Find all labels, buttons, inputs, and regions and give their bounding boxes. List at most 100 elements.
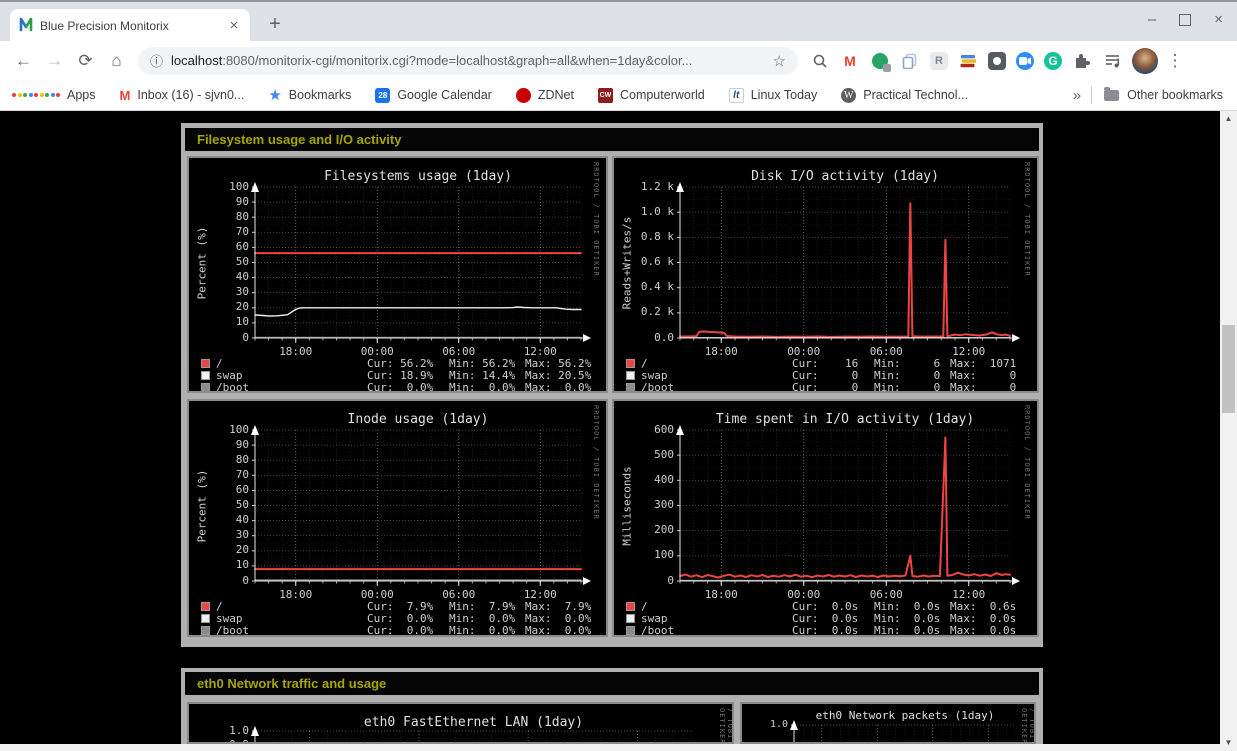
- page-info-icon[interactable]: ⓘ: [150, 51, 163, 70]
- chart-title: Time spent in I/O activity (1day): [695, 413, 995, 428]
- bookmark-apps[interactable]: Apps: [12, 88, 96, 102]
- copy-pages-extension-icon[interactable]: [900, 51, 920, 71]
- search-extension-icon[interactable]: [810, 51, 830, 71]
- bookmark-computerworld[interactable]: CW Computerworld: [598, 88, 705, 103]
- legend-name: /boot: [216, 382, 249, 393]
- y-tick-label: 20: [203, 544, 249, 557]
- y-tick-label: 90: [203, 196, 249, 209]
- bookmarks-overflow-chevron[interactable]: »: [1073, 87, 1081, 104]
- y-tick-label: 10: [203, 559, 249, 572]
- legend-cur: Cur: 0.0%: [367, 382, 433, 393]
- zoom-extension-icon[interactable]: [1016, 52, 1034, 70]
- r-extension-icon[interactable]: R: [930, 52, 948, 70]
- legend-cur: Cur: 0: [792, 382, 858, 393]
- legend-min: Min: 0.0%: [449, 625, 515, 637]
- legend-cur: Cur: 0.0s: [792, 625, 858, 637]
- bookmark-linux-today[interactable]: lt Linux Today: [729, 88, 818, 103]
- legend-swatch: [201, 602, 210, 611]
- y-tick-label: 40: [203, 514, 249, 527]
- legend-name: /boot: [216, 625, 249, 637]
- scrollbar-up-arrow[interactable]: ▲: [1220, 111, 1237, 127]
- home-button[interactable]: ⌂: [101, 51, 132, 71]
- legend-swatch: [626, 614, 635, 623]
- y-tick-label: 40: [203, 271, 249, 284]
- legend-min: Min: 0.0s: [874, 625, 940, 637]
- other-bookmarks-label[interactable]: Other bookmarks: [1127, 88, 1223, 102]
- legend-swatch: [201, 359, 210, 368]
- graph-panel-disk-io-activity[interactable]: Disk I/O activity (1day)Reads+Writes/s0.…: [612, 156, 1039, 393]
- window-close-button[interactable]: ×: [1214, 12, 1223, 27]
- graph-panel-time-spent-io[interactable]: Time spent in I/O activity (1day)Millise…: [612, 399, 1039, 637]
- chart-title: Inode usage (1day): [268, 413, 568, 428]
- url-host: localhost: [171, 53, 222, 68]
- y-tick-label: 500: [628, 449, 674, 462]
- y-tick-label: 80: [203, 211, 249, 224]
- gmail-extension-icon[interactable]: M: [840, 51, 860, 71]
- reload-button[interactable]: ⟳: [70, 51, 101, 71]
- scrollbar-down-arrow[interactable]: ▼: [1220, 735, 1237, 751]
- y-tick-label: 400: [628, 474, 674, 487]
- y-tick-label: 1.2 k: [628, 181, 674, 194]
- forward-button[interactable]: →: [39, 51, 70, 71]
- y-tick-label: 0: [203, 575, 249, 588]
- x-axis-arrow-icon: [583, 334, 591, 342]
- y-tick-label: 60: [203, 241, 249, 254]
- y-tick-label: 100: [203, 181, 249, 194]
- extensions-puzzle-icon[interactable]: [1072, 51, 1092, 71]
- x-tick-label: 18:00: [266, 346, 326, 359]
- bookmarks-bar: Apps M Inbox (16) - sjvn0... ★ Bookmarks…: [0, 80, 1237, 111]
- new-tab-button[interactable]: +: [262, 12, 288, 38]
- section-title: Filesystem usage and I/O activity: [197, 132, 401, 147]
- bookmark-star-icon[interactable]: ☆: [773, 52, 786, 70]
- bookmark-bookmarks[interactable]: ★ Bookmarks: [268, 86, 351, 104]
- window-maximize-button[interactable]: [1179, 14, 1191, 26]
- y-tick-label: 50: [203, 499, 249, 512]
- voice-extension-icon[interactable]: [870, 51, 890, 71]
- star-icon: ★: [268, 86, 281, 104]
- y-tick-label: 1.0 k: [628, 206, 674, 219]
- y-tick-label: 1.0: [203, 725, 249, 738]
- bookmark-practical-technology[interactable]: W Practical Technol...: [841, 88, 968, 103]
- legend-swatch: [201, 626, 210, 635]
- grammarly-extension-icon[interactable]: G: [1044, 52, 1062, 70]
- calendar-icon: 28: [375, 88, 390, 103]
- books-extension-icon[interactable]: [958, 51, 978, 71]
- legend-swatch: [626, 359, 635, 368]
- chart-title: eth0 Network packets (1day): [755, 710, 1036, 723]
- graph-panel-eth0-lan[interactable]: eth0 FastEthernet LAN (1day)1.00.9RRDTOO…: [187, 702, 734, 744]
- linux-today-icon: lt: [729, 88, 744, 103]
- y-tick-label: 0.4 k: [628, 281, 674, 294]
- tab-blue-precision-monitorix[interactable]: Blue Precision Monitorix ×: [10, 9, 250, 43]
- scrollbar-thumb[interactable]: [1222, 325, 1235, 413]
- bookmark-inbox[interactable]: M Inbox (16) - sjvn0...: [120, 88, 245, 103]
- y-tick-label: 0.0: [628, 332, 674, 345]
- playlist-extension-icon[interactable]: [1102, 51, 1122, 71]
- bookmark-google-calendar[interactable]: 28 Google Calendar: [375, 88, 492, 103]
- chart-title: Filesystems usage (1day): [268, 170, 568, 185]
- signal-extension-icon[interactable]: [988, 52, 1006, 70]
- bookmarks-divider: [1091, 86, 1092, 104]
- legend-min: Min: 0.0%: [449, 382, 515, 393]
- browser-window: Blue Precision Monitorix × + – × ← → ⟳ ⌂…: [0, 0, 1237, 751]
- profile-avatar[interactable]: [1132, 48, 1158, 74]
- graph-panel-filesystems-usage[interactable]: Filesystems usage (1day)Percent (%)01020…: [187, 156, 608, 393]
- x-tick-label: 18:00: [691, 589, 751, 602]
- horizontal-scrollbar[interactable]: [0, 744, 1220, 751]
- url-bar[interactable]: ⓘ localhost:8080/monitorix-cgi/monitorix…: [138, 47, 798, 75]
- vertical-scrollbar[interactable]: ▲ ▼: [1220, 111, 1237, 751]
- browser-menu-icon[interactable]: ⋮: [1166, 51, 1184, 71]
- rrdtool-watermark: RRDTOOL / TOBI OETIKER: [718, 708, 734, 744]
- window-minimize-button[interactable]: –: [1148, 12, 1156, 27]
- rrdtool-watermark: RRDTOOL / TOBI OETIKER: [1020, 708, 1036, 744]
- url-path: :8080/monitorix-cgi/monitorix.cgi?mode=l…: [222, 53, 692, 68]
- graph-panel-inode-usage[interactable]: Inode usage (1day)Percent (%)01020304050…: [187, 399, 608, 637]
- graph-panel-eth0-packets[interactable]: eth0 Network packets (1day)s/s1.0RRDTOOL…: [740, 702, 1036, 744]
- back-button[interactable]: ←: [8, 51, 39, 71]
- tab-close-icon[interactable]: ×: [226, 18, 242, 34]
- url-text[interactable]: localhost:8080/monitorix-cgi/monitorix.c…: [171, 53, 765, 68]
- section-header: Filesystem usage and I/O activity: [185, 128, 1039, 151]
- bookmark-zdnet[interactable]: ZDNet: [516, 88, 574, 103]
- rrdtool-watermark: RRDTOOL / TOBI OETIKER: [592, 405, 600, 520]
- zdnet-icon: [516, 88, 531, 103]
- x-axis-arrow-icon: [1012, 334, 1020, 342]
